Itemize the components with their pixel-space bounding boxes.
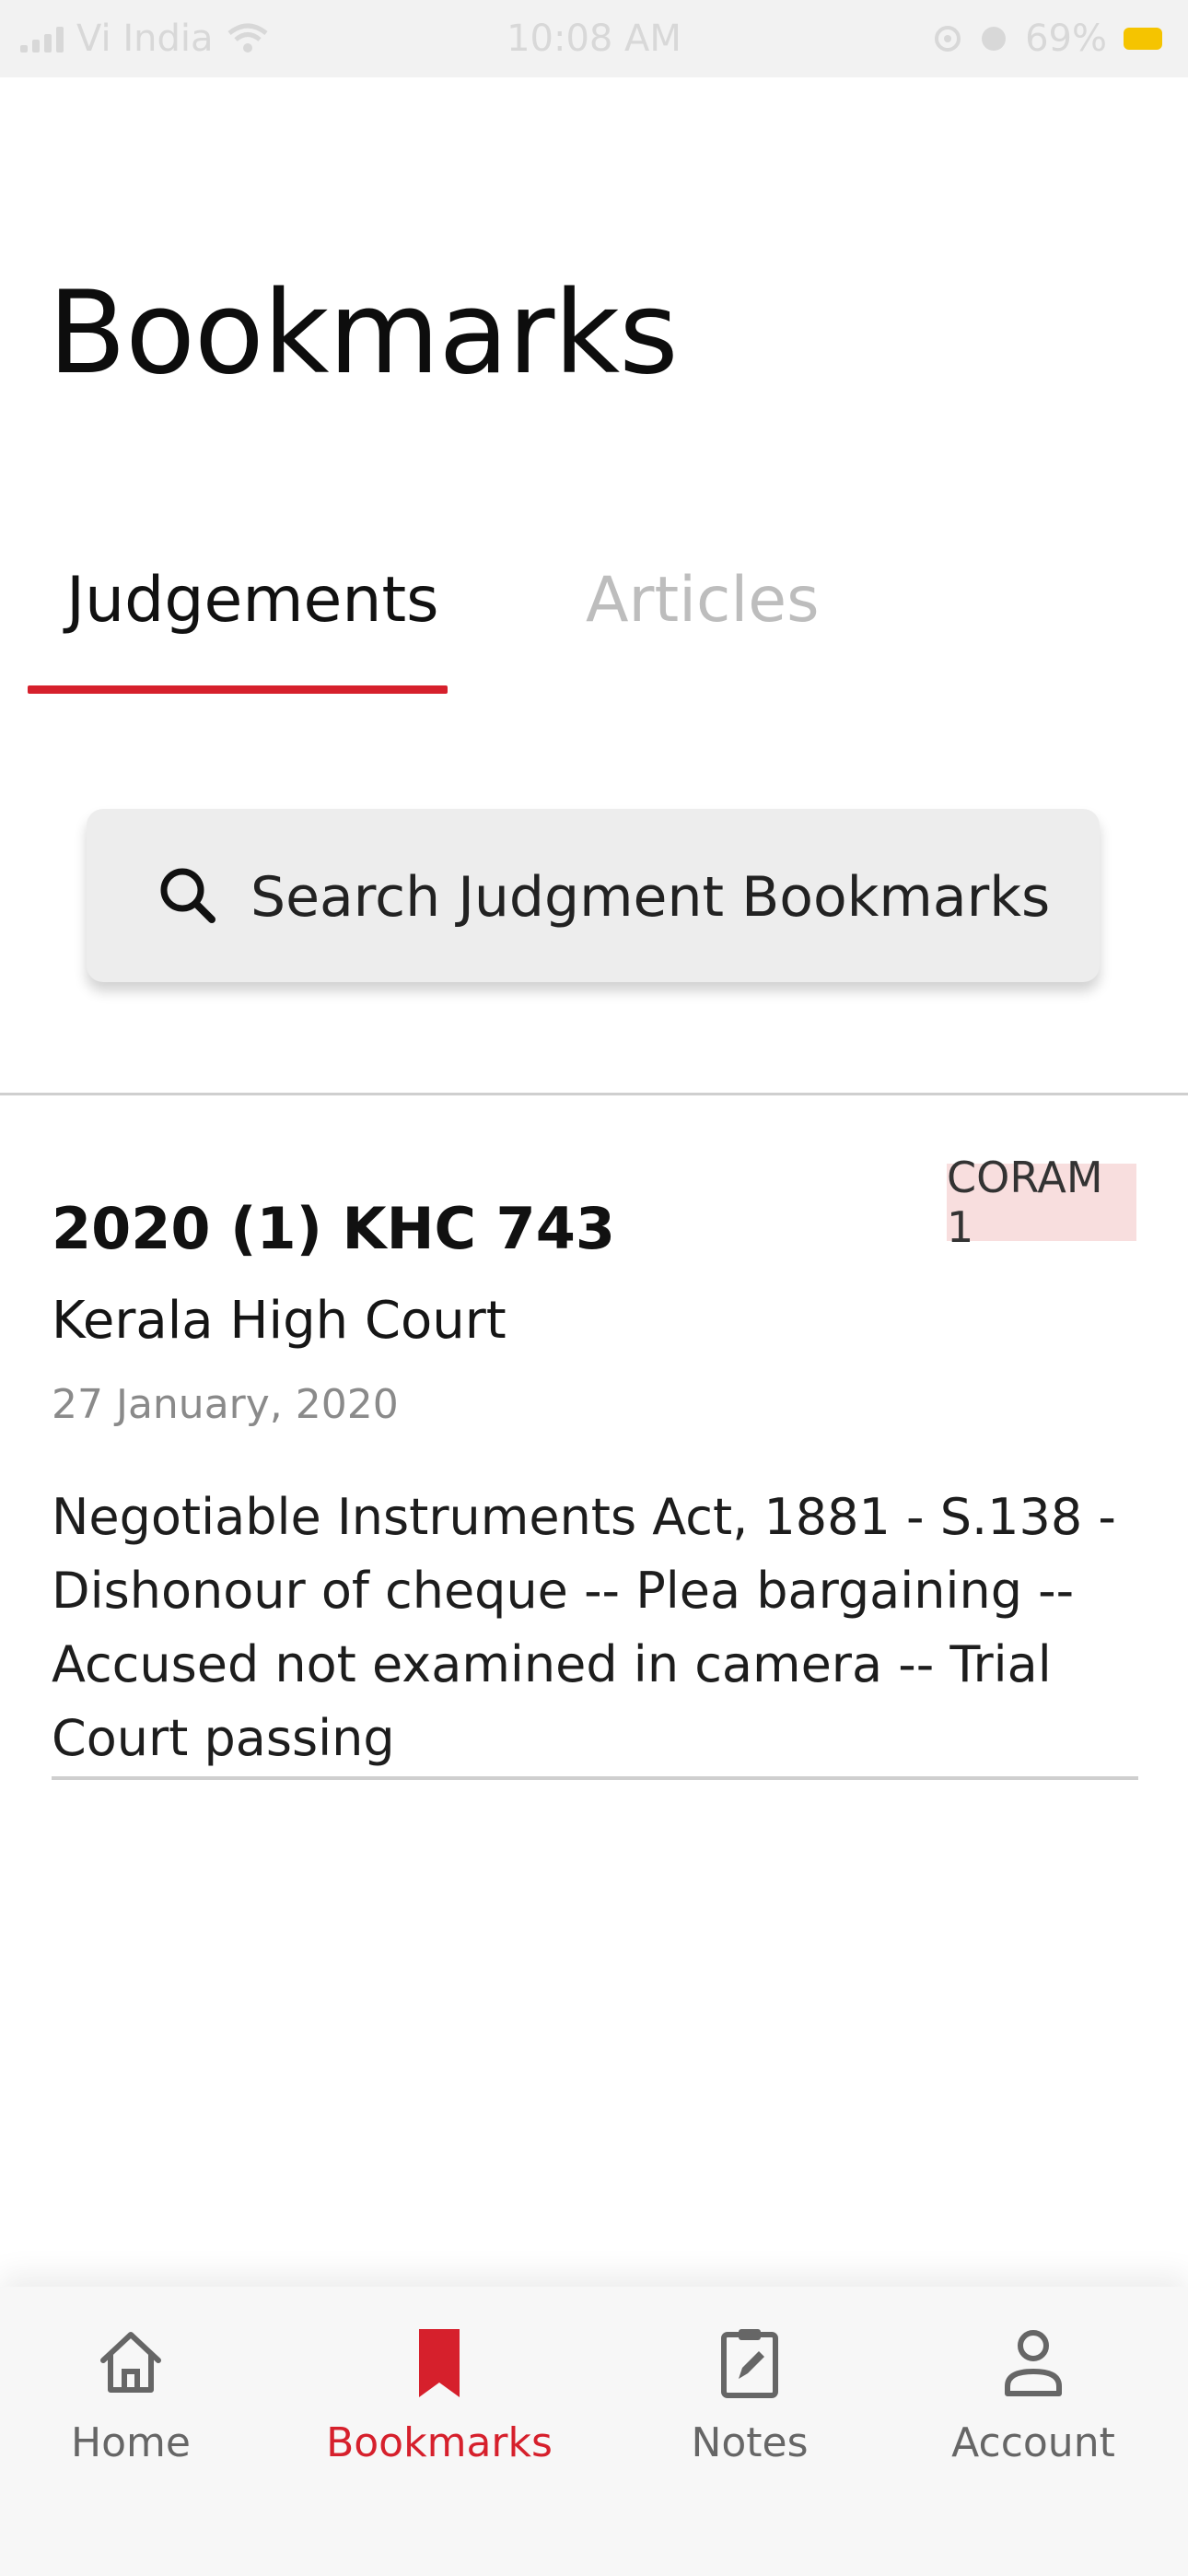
active-tab-indicator [28,685,448,694]
card-divider [52,1776,1138,1780]
alarm-icon [982,27,1007,51]
judgement-summary: Negotiable Instruments Act, 1881 - S.138… [52,1488,1116,1767]
search-icon [160,868,215,923]
coram-badge: CORAM 1 [947,1153,1136,1252]
nav-notes[interactable]: Notes [630,2324,869,2466]
citation: 2020 (1) KHC 743 [52,1195,615,1262]
battery-icon [1124,28,1162,50]
tab-articles[interactable]: Articles [586,564,820,638]
tab-judgements[interactable]: Judgements [66,564,439,638]
location-icon [935,26,961,52]
page-title: Bookmarks [48,267,679,400]
nav-bookmarks-label: Bookmarks [326,2419,553,2466]
nav-notes-label: Notes [691,2419,809,2466]
account-icon [1005,2330,1062,2396]
home-icon [100,2332,161,2393]
judgement-date: 27 January, 2020 [52,1381,399,1428]
status-right: 69% [933,18,1162,60]
battery-percent: 69% [1025,18,1107,60]
nav-home-label: Home [71,2419,191,2466]
notes-icon [721,2329,778,2398]
bookmark-card[interactable]: 2020 (1) KHC 743 CORAM 1 Kerala High Cou… [0,1095,1188,1777]
search-input[interactable] [249,855,1063,940]
nav-account[interactable]: Account [914,2324,1153,2466]
nav-bookmarks[interactable]: Bookmarks [320,2324,559,2466]
status-bar: Vi India 10:08 AM 69% [0,0,1188,77]
bottom-navigation: Home Bookmarks Notes Account [0,2287,1188,2576]
court-name: Kerala High Court [52,1291,507,1351]
nav-account-label: Account [951,2419,1115,2466]
bookmark-icon [419,2329,460,2397]
nav-home[interactable]: Home [11,2324,250,2466]
search-box[interactable] [87,809,1100,982]
